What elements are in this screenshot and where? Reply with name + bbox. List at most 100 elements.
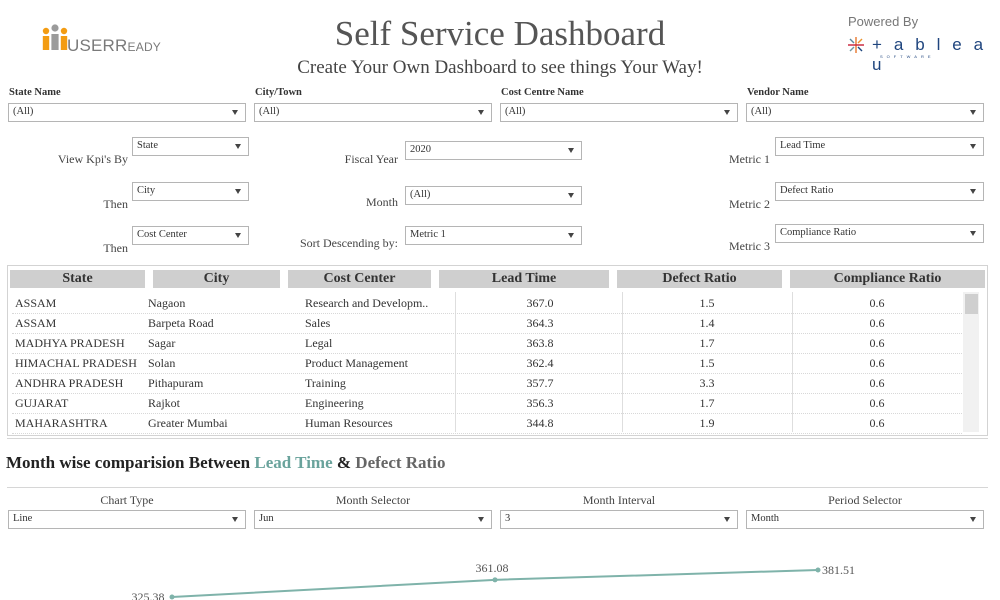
- row-separator: [12, 413, 962, 414]
- series-line: [171, 569, 819, 598]
- cost-centre-filter-dropdown[interactable]: (All): [500, 103, 738, 122]
- table-cell-cost-center[interactable]: Research and Developm..: [305, 296, 428, 311]
- month-interval-label: Month Interval: [582, 493, 656, 507]
- sort-descending-dropdown[interactable]: Metric 1: [405, 226, 582, 245]
- table-cell-defect-ratio[interactable]: 1.7: [667, 396, 747, 411]
- data-label: 381.51: [822, 563, 855, 577]
- metric-2-dropdown[interactable]: Defect Ratio: [775, 182, 984, 201]
- table-cell-city[interactable]: Nagaon: [148, 296, 185, 311]
- chart-type-dropdown[interactable]: Line: [8, 510, 246, 529]
- row-separator: [12, 353, 962, 354]
- table-cell-lead-time[interactable]: 367.0: [500, 296, 580, 311]
- vendor-filter-dropdown[interactable]: (All): [746, 103, 984, 122]
- then-dropdown-1[interactable]: City: [132, 182, 249, 201]
- column-header-compliance-ratio[interactable]: Compliance Ratio: [790, 270, 985, 288]
- table-cell-city[interactable]: Pithapuram: [148, 376, 203, 391]
- table-cell-city[interactable]: Solan: [148, 356, 175, 371]
- chevron-down-icon: [970, 517, 976, 522]
- table-scrollbar-thumb[interactable]: [965, 294, 978, 314]
- table-cell-compliance-ratio[interactable]: 0.6: [837, 296, 917, 311]
- month-label: Month: [365, 195, 398, 209]
- table-cell-state[interactable]: HIMACHAL PRADESH: [15, 356, 137, 371]
- row-separator: [12, 433, 962, 434]
- table-cell-state[interactable]: MADHYA PRADESH: [15, 336, 125, 351]
- then-dropdown-2[interactable]: Cost Center: [132, 226, 249, 245]
- table-cell-cost-center[interactable]: Legal: [305, 336, 332, 351]
- month-interval-dropdown[interactable]: 3: [500, 510, 738, 529]
- column-header-cost-center[interactable]: Cost Center: [288, 270, 431, 288]
- table-cell-city[interactable]: Sagar: [148, 336, 175, 351]
- row-separator: [12, 393, 962, 394]
- chevron-down-icon: [970, 231, 976, 236]
- table-cell-cost-center[interactable]: Training: [305, 376, 346, 391]
- table-cell-compliance-ratio[interactable]: 0.6: [837, 396, 917, 411]
- column-header-state[interactable]: State: [10, 270, 145, 288]
- table-cell-defect-ratio[interactable]: 1.7: [667, 336, 747, 351]
- column-header-lead-time[interactable]: Lead Time: [439, 270, 609, 288]
- chevron-down-icon: [724, 517, 730, 522]
- table-cell-defect-ratio[interactable]: 1.4: [667, 316, 747, 331]
- table-cell-lead-time[interactable]: 357.7: [500, 376, 580, 391]
- table-cell-state[interactable]: ANDHRA PRADESH: [15, 376, 123, 391]
- table-cell-compliance-ratio[interactable]: 0.6: [837, 376, 917, 391]
- metric-1-dropdown[interactable]: Lead Time: [775, 137, 984, 156]
- fiscal-year-label: Fiscal Year: [344, 152, 398, 166]
- chevron-down-icon: [568, 148, 574, 153]
- table-cell-defect-ratio[interactable]: 1.5: [667, 356, 747, 371]
- table-cell-state[interactable]: ASSAM: [15, 316, 56, 331]
- fiscal-year-dropdown[interactable]: 2020: [405, 141, 582, 160]
- chevron-down-icon: [970, 110, 976, 115]
- metric-a-label: Lead Time: [254, 453, 333, 472]
- state-filter-dropdown[interactable]: (All): [8, 103, 246, 122]
- page-subtitle: Create Your Own Dashboard to see things …: [297, 57, 703, 78]
- table-cell-cost-center[interactable]: Product Management: [305, 356, 408, 371]
- chevron-down-icon: [478, 110, 484, 115]
- table-cell-lead-time[interactable]: 344.8: [500, 416, 580, 431]
- metric-3-dropdown[interactable]: Compliance Ratio: [775, 224, 984, 243]
- table-cell-state[interactable]: ASSAM: [15, 296, 56, 311]
- view-kpis-by-dropdown[interactable]: State: [132, 137, 249, 156]
- column-header-city[interactable]: City: [153, 270, 280, 288]
- month-dropdown[interactable]: (All): [405, 186, 582, 205]
- table-cell-lead-time[interactable]: 363.8: [500, 336, 580, 351]
- table-cell-compliance-ratio[interactable]: 0.6: [837, 336, 917, 351]
- table-cell-city[interactable]: Barpeta Road: [148, 316, 214, 331]
- month-selector-dropdown[interactable]: Jun: [254, 510, 492, 529]
- metric-b-label: Defect Ratio: [355, 453, 446, 472]
- section-divider: [7, 438, 988, 439]
- data-point[interactable]: [815, 567, 821, 573]
- chevron-down-icon: [568, 193, 574, 198]
- table-cell-lead-time[interactable]: 356.3: [500, 396, 580, 411]
- table-cell-cost-center[interactable]: Human Resources: [305, 416, 393, 431]
- table-cell-city[interactable]: Greater Mumbai: [148, 416, 228, 431]
- data-label: 325.38: [132, 590, 165, 600]
- chevron-down-icon: [235, 233, 241, 238]
- period-selector-label: Period Selector: [828, 493, 902, 507]
- table-cell-defect-ratio[interactable]: 3.3: [667, 376, 747, 391]
- metric-1-label: Metric 1: [729, 152, 770, 166]
- table-cell-lead-time[interactable]: 362.4: [500, 356, 580, 371]
- data-label: 361.08: [476, 561, 509, 575]
- table-cell-defect-ratio[interactable]: 1.9: [667, 416, 747, 431]
- table-cell-compliance-ratio[interactable]: 0.6: [837, 356, 917, 371]
- table-cell-compliance-ratio[interactable]: 0.6: [837, 416, 917, 431]
- table-cell-defect-ratio[interactable]: 1.5: [667, 296, 747, 311]
- table-cell-state[interactable]: MAHARASHTRA: [15, 416, 108, 431]
- tableau-software-label: SOFTWARE: [880, 54, 935, 59]
- table-cell-compliance-ratio[interactable]: 0.6: [837, 316, 917, 331]
- chevron-down-icon: [568, 233, 574, 238]
- table-cell-state[interactable]: GUJARAT: [15, 396, 68, 411]
- chevron-down-icon: [232, 517, 238, 522]
- table-cell-cost-center[interactable]: Sales: [305, 316, 330, 331]
- chevron-down-icon: [478, 517, 484, 522]
- then-label-2: Then: [103, 241, 128, 255]
- data-point[interactable]: [169, 594, 175, 600]
- data-point[interactable]: [492, 577, 498, 583]
- period-selector-dropdown[interactable]: Month: [746, 510, 984, 529]
- table-cell-lead-time[interactable]: 364.3: [500, 316, 580, 331]
- table-cell-cost-center[interactable]: Engineering: [305, 396, 364, 411]
- filter-label-state: State Name: [9, 87, 61, 98]
- table-cell-city[interactable]: Rajkot: [148, 396, 180, 411]
- city-filter-dropdown[interactable]: (All): [254, 103, 492, 122]
- column-header-defect-ratio[interactable]: Defect Ratio: [617, 270, 782, 288]
